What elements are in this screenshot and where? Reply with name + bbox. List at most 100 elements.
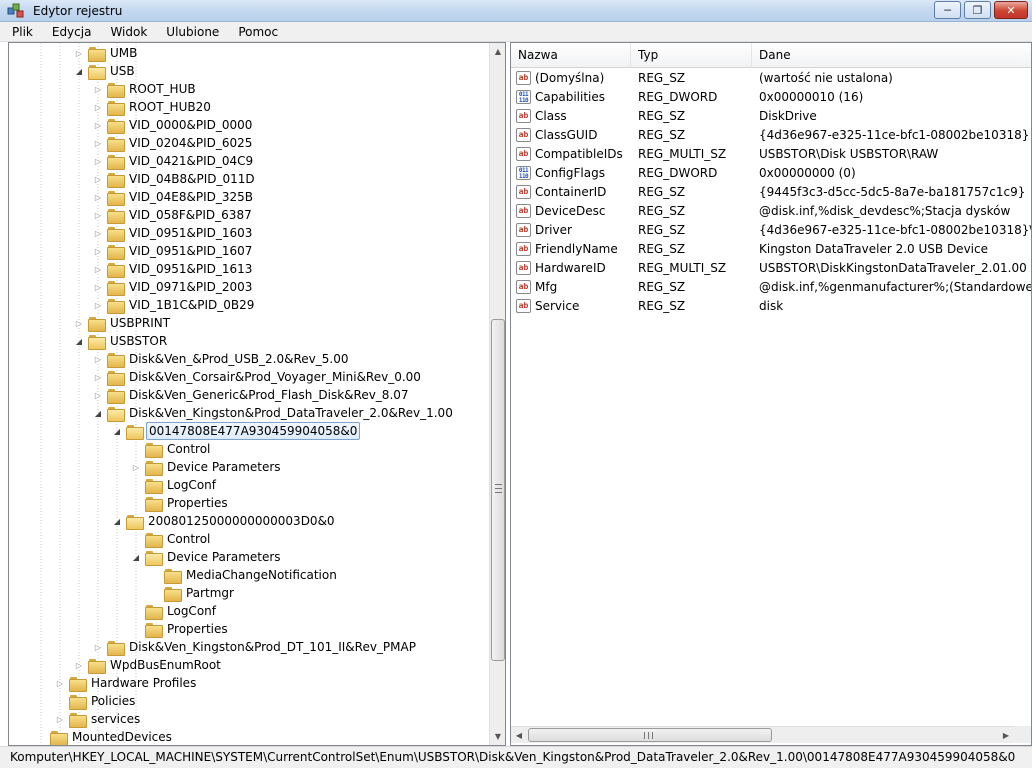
menu-widok[interactable]: Widok bbox=[107, 25, 150, 39]
collapsed-arrow-icon[interactable]: ▷ bbox=[92, 242, 104, 260]
tree-node[interactable]: ▷ VID_0951&PID_1603 bbox=[92, 224, 254, 242]
tree-node[interactable]: ▷ VID_058F&PID_6387 bbox=[92, 206, 254, 224]
tree-node[interactable]: ◢ USB bbox=[73, 62, 137, 80]
tree-node[interactable]: ▷ ROOT_HUB20 bbox=[92, 98, 213, 116]
expanded-arrow-icon[interactable]: ◢ bbox=[111, 422, 123, 440]
tree-vertical-scrollbar[interactable]: ▲ ▼ bbox=[489, 43, 505, 745]
tree-node[interactable]: ▷ Disk&Ven_Generic&Prod_Flash_Disk&Rev_8.… bbox=[92, 386, 411, 404]
scroll-down-arrow-icon[interactable]: ▼ bbox=[490, 728, 505, 745]
value-row[interactable]: ab CompatibleIDs REG_MULTI_SZ USBSTOR\Disk … bbox=[511, 145, 1031, 164]
tree-node[interactable]: ◢ 00147808E477A930459904058&0 bbox=[111, 422, 361, 440]
collapsed-arrow-icon[interactable]: ▷ bbox=[130, 458, 142, 476]
tree-node[interactable]: Control bbox=[130, 530, 212, 548]
collapsed-arrow-icon[interactable]: ▷ bbox=[54, 674, 66, 692]
collapsed-arrow-icon[interactable]: ▷ bbox=[73, 656, 85, 674]
scroll-up-arrow-icon[interactable]: ▲ bbox=[490, 43, 505, 60]
collapsed-arrow-icon[interactable]: ▷ bbox=[92, 80, 104, 98]
collapsed-arrow-icon[interactable]: ▷ bbox=[92, 170, 104, 188]
collapsed-arrow-icon[interactable]: ▷ bbox=[92, 278, 104, 296]
expanded-arrow-icon[interactable]: ◢ bbox=[73, 332, 85, 350]
tree-scroll-thumb[interactable] bbox=[491, 319, 505, 661]
collapsed-arrow-icon[interactable]: ▷ bbox=[92, 98, 104, 116]
tree-node[interactable]: ▷ VID_0951&PID_1607 bbox=[92, 242, 254, 260]
tree-node[interactable]: ▷ services bbox=[54, 710, 142, 728]
value-row[interactable]: ab Mfg REG_SZ @disk.inf,%genmanufacturer%;(… bbox=[511, 278, 1031, 297]
column-header-data[interactable]: Dane bbox=[752, 43, 1031, 68]
expanded-arrow-icon[interactable]: ◢ bbox=[111, 512, 123, 530]
tree-node[interactable]: ◢ Device Parameters bbox=[130, 548, 283, 566]
tree-node[interactable]: ▷ Disk&Ven_&Prod_USB_2.0&Rev_5.00 bbox=[92, 350, 351, 368]
collapsed-arrow-icon[interactable]: ▷ bbox=[92, 134, 104, 152]
tree-node[interactable]: ▷ Device Parameters bbox=[130, 458, 283, 476]
menu-ulubione[interactable]: Ulubione bbox=[163, 25, 222, 39]
tree-node[interactable]: ▷ ROOT_HUB bbox=[92, 80, 198, 98]
menu-edycja[interactable]: Edycja bbox=[49, 25, 95, 39]
collapsed-arrow-icon[interactable]: ▷ bbox=[92, 260, 104, 278]
tree-node[interactable]: ▷ VID_04E8&PID_325B bbox=[92, 188, 255, 206]
tree-node[interactable]: ▷ VID_0000&PID_0000 bbox=[92, 116, 254, 134]
expanded-arrow-icon[interactable]: ◢ bbox=[92, 404, 104, 422]
collapsed-arrow-icon[interactable]: ▷ bbox=[92, 296, 104, 314]
collapsed-arrow-icon[interactable]: ▷ bbox=[92, 116, 104, 134]
values-scroll-thumb[interactable] bbox=[528, 728, 772, 742]
tree-node[interactable]: ▷ VID_0951&PID_1613 bbox=[92, 260, 254, 278]
tree-node[interactable]: Partmgr bbox=[149, 584, 236, 602]
scroll-right-arrow-icon[interactable]: ▶ bbox=[998, 727, 1014, 743]
expanded-arrow-icon[interactable]: ◢ bbox=[73, 62, 85, 80]
collapsed-arrow-icon[interactable]: ▷ bbox=[92, 206, 104, 224]
tree-node[interactable]: ▷ VID_1B1C&PID_0B29 bbox=[92, 296, 256, 314]
column-header-type[interactable]: Typ bbox=[631, 43, 752, 68]
value-row[interactable]: 011 110 Capabilities REG_DWORD 0x00000010 (… bbox=[511, 88, 1031, 107]
tree-node[interactable]: ▷ VID_04B8&PID_011D bbox=[92, 170, 257, 188]
tree-node[interactable]: MediaChangeNotification bbox=[149, 566, 339, 584]
tree-node[interactable]: ◢ Disk&Ven_Kingston&Prod_DataTraveler_2.0… bbox=[92, 404, 455, 422]
scroll-left-arrow-icon[interactable]: ◀ bbox=[511, 727, 527, 743]
tree-node[interactable]: ▷ VID_0204&PID_6025 bbox=[92, 134, 254, 152]
tree-node[interactable]: Properties bbox=[130, 494, 230, 512]
value-row[interactable]: ab (Domyślna) REG_SZ (wartość nie ustalona) bbox=[511, 69, 1031, 88]
tree-node[interactable]: ◢ USBSTOR bbox=[73, 332, 169, 350]
value-row[interactable]: ab DeviceDesc REG_SZ @disk.inf,%disk_devdes… bbox=[511, 202, 1031, 221]
column-header-name[interactable]: Nazwa bbox=[511, 43, 631, 68]
collapsed-arrow-icon[interactable]: ▷ bbox=[73, 44, 85, 62]
collapsed-arrow-icon[interactable]: ▷ bbox=[92, 368, 104, 386]
tree-node[interactable]: ▷ Hardware Profiles bbox=[54, 674, 198, 692]
menu-pomoc[interactable]: Pomoc bbox=[235, 25, 281, 39]
tree-node[interactable]: ▷ Disk&Ven_Kingston&Prod_DT_101_II&Rev_PM… bbox=[92, 638, 418, 656]
collapsed-arrow-icon[interactable]: ▷ bbox=[92, 350, 104, 368]
value-row[interactable]: ab Class REG_SZ DiskDrive bbox=[511, 107, 1031, 126]
tree-node[interactable]: MountedDevices bbox=[35, 728, 174, 745]
value-row[interactable]: ab HardwareID REG_MULTI_SZ USBSTOR\DiskKing… bbox=[511, 259, 1031, 278]
tree-node[interactable]: ▷ Disk&Ven_Corsair&Prod_Voyager_Mini&Rev_… bbox=[92, 368, 423, 386]
tree-node[interactable]: Properties bbox=[130, 620, 230, 638]
tree-node[interactable]: ▷ USBPRINT bbox=[73, 314, 172, 332]
tree-node[interactable]: ▷ VID_0421&PID_04C9 bbox=[92, 152, 255, 170]
collapsed-arrow-icon[interactable]: ▷ bbox=[92, 638, 104, 656]
value-row[interactable]: ab ContainerID REG_SZ {9445f3c3-d5cc-5dc5-8… bbox=[511, 183, 1031, 202]
menu-plik[interactable]: Plik bbox=[9, 25, 36, 39]
registry-tree-pane[interactable]: ▷ UMB ◢ USB ▷ ROOT_HUB ▷ ROOT_HUB20 ▷ VID_0000&PI… bbox=[8, 42, 506, 746]
tree-node[interactable]: ▷ WpdBusEnumRoot bbox=[73, 656, 223, 674]
tree-node[interactable]: LogConf bbox=[130, 476, 218, 494]
minimize-button[interactable]: ─ bbox=[934, 1, 961, 19]
values-horizontal-scrollbar[interactable]: ◀ ▶ bbox=[511, 726, 1015, 743]
value-row[interactable]: ab ClassGUID REG_SZ {4d36e967-e325-11ce-bfc… bbox=[511, 126, 1031, 145]
collapsed-arrow-icon[interactable]: ▷ bbox=[92, 386, 104, 404]
collapsed-arrow-icon[interactable]: ▷ bbox=[92, 152, 104, 170]
collapsed-arrow-icon[interactable]: ▷ bbox=[73, 314, 85, 332]
collapsed-arrow-icon[interactable]: ▷ bbox=[54, 710, 66, 728]
value-row[interactable]: ab Service REG_SZ disk bbox=[511, 297, 1031, 316]
value-row[interactable]: 011 110 ConfigFlags REG_DWORD 0x00000000 (0… bbox=[511, 164, 1031, 183]
value-row[interactable]: ab Driver REG_SZ {4d36e967-e325-11ce-bfc1-0… bbox=[511, 221, 1031, 240]
collapsed-arrow-icon[interactable]: ▷ bbox=[92, 188, 104, 206]
tree-node[interactable]: Policies bbox=[54, 692, 137, 710]
tree-node[interactable]: ◢ 20080125000000000003D0&0 bbox=[111, 512, 337, 530]
values-list-pane[interactable]: Nazwa Typ Dane ab (Domyślna) REG_SZ (wartoś… bbox=[510, 42, 1032, 746]
tree-node[interactable]: ▷ VID_0971&PID_2003 bbox=[92, 278, 254, 296]
value-row[interactable]: ab FriendlyName REG_SZ Kingston DataTravele… bbox=[511, 240, 1031, 259]
tree-node[interactable]: LogConf bbox=[130, 602, 218, 620]
expanded-arrow-icon[interactable]: ◢ bbox=[130, 548, 142, 566]
tree-node[interactable]: ▷ UMB bbox=[73, 44, 139, 62]
collapsed-arrow-icon[interactable]: ▷ bbox=[92, 224, 104, 242]
maximize-button[interactable]: ❐ bbox=[964, 1, 991, 19]
